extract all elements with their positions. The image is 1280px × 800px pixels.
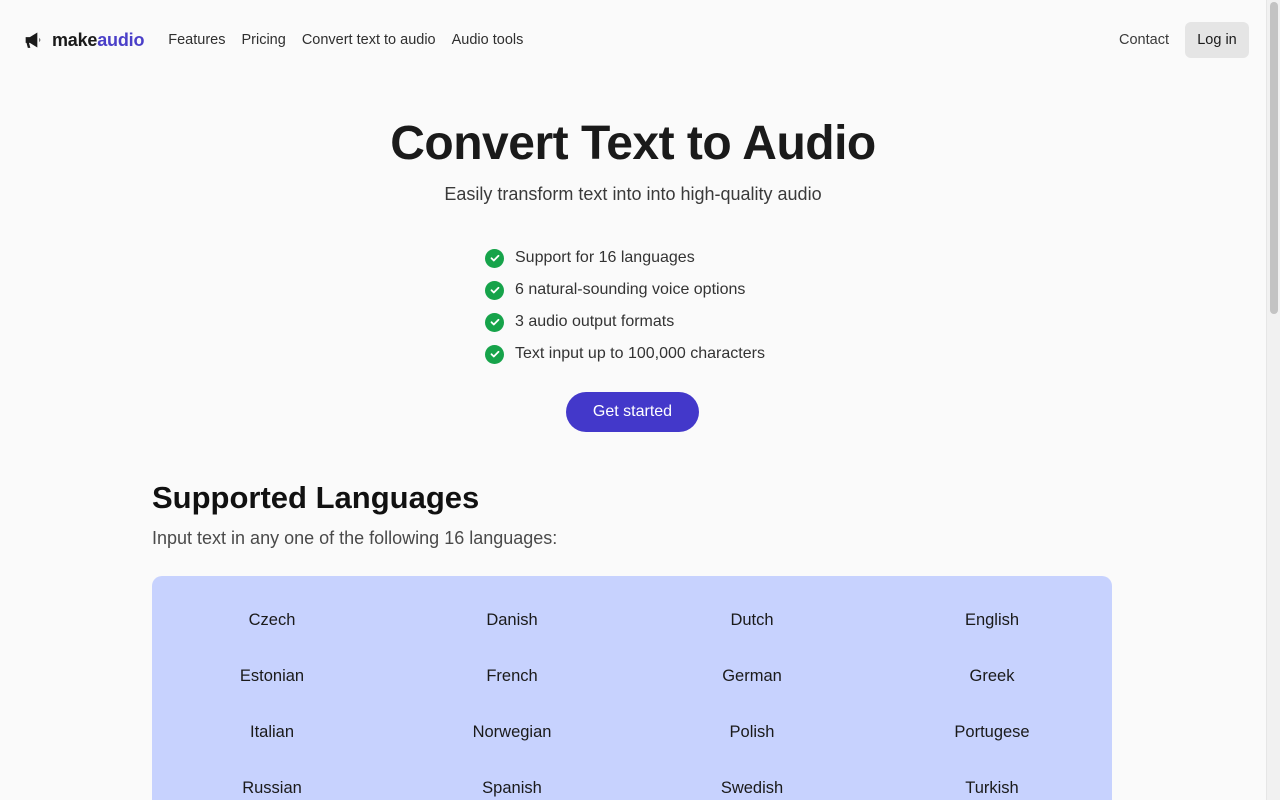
page: makeaudio Features Pricing Convert text … <box>0 0 1266 800</box>
languages-heading: Supported Languages <box>152 480 480 515</box>
feature-item: Text input up to 100,000 characters <box>485 338 765 370</box>
vertical-scrollbar[interactable] <box>1266 0 1280 800</box>
check-circle-icon <box>485 280 504 300</box>
check-circle-icon <box>485 312 504 332</box>
check-circle-icon <box>485 248 504 268</box>
hero-subtitle: Easily transform text into into high-qua… <box>444 184 822 204</box>
language-item: Greek <box>969 666 1015 685</box>
feature-item: 6 natural-sounding voice options <box>485 274 765 306</box>
nav-pricing[interactable]: Pricing <box>241 32 285 48</box>
check-circle-icon <box>485 344 504 364</box>
login-button[interactable]: Log in <box>1185 22 1249 58</box>
language-item: Spanish <box>482 778 542 797</box>
language-item: Polish <box>729 722 775 741</box>
language-item: Estonian <box>239 666 305 685</box>
logo[interactable]: makeaudio <box>24 30 144 51</box>
megaphone-icon <box>24 30 44 50</box>
language-item: Swedish <box>720 778 784 797</box>
languages-grid: Czech Danish Dutch English Estonian Fren… <box>152 576 1112 800</box>
contact-link[interactable]: Contact <box>1119 32 1169 48</box>
language-item: French <box>486 666 538 685</box>
language-item: English <box>964 610 1020 629</box>
language-item: Czech <box>248 610 296 629</box>
nav-features[interactable]: Features <box>168 32 225 48</box>
feature-text: 6 natural-sounding voice options <box>515 281 746 298</box>
logo-text-make: make <box>52 29 98 50</box>
logo-text: makeaudio <box>52 30 144 51</box>
language-item: Dutch <box>730 610 774 629</box>
main-nav: Features Pricing Convert text to audio A… <box>168 32 523 48</box>
nav-audio-tools[interactable]: Audio tools <box>452 32 524 48</box>
language-item: Italian <box>249 722 295 741</box>
header-actions: Contact Log in <box>1119 22 1249 58</box>
site-header: makeaudio Features Pricing Convert text … <box>0 0 1266 80</box>
logo-text-audio: audio <box>97 29 145 50</box>
get-started-button[interactable]: Get started <box>566 392 699 432</box>
hero-title: Convert Text to Audio <box>390 117 876 170</box>
feature-text: 3 audio output formats <box>515 313 675 330</box>
language-item: German <box>722 666 782 685</box>
language-item: Danish <box>486 610 538 629</box>
feature-item: Support for 16 languages <box>485 242 765 274</box>
languages-subtitle: Input text in any one of the following 1… <box>152 528 558 548</box>
nav-convert-text-to-audio[interactable]: Convert text to audio <box>302 32 436 48</box>
language-item: Portugese <box>954 722 1030 741</box>
feature-list: Support for 16 languages 6 natural-sound… <box>485 242 765 370</box>
language-item: Russian <box>242 778 302 797</box>
language-item: Norwegian <box>472 722 552 741</box>
feature-item: 3 audio output formats <box>485 306 765 338</box>
feature-text: Support for 16 languages <box>515 249 695 266</box>
scrollbar-thumb[interactable] <box>1270 2 1278 314</box>
feature-text: Text input up to 100,000 characters <box>515 345 765 362</box>
language-item: Turkish <box>965 778 1019 797</box>
